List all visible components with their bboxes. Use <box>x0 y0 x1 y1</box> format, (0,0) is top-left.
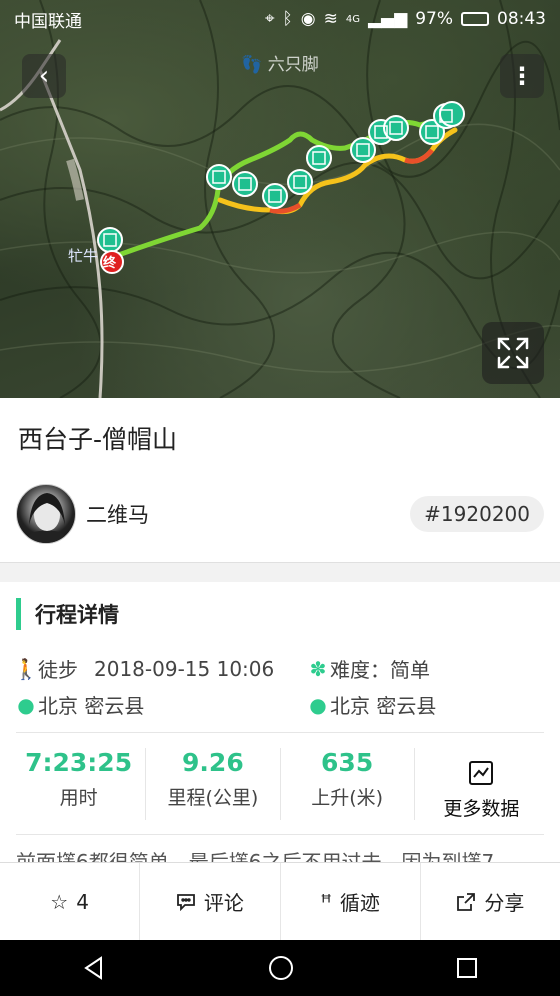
eye-icon: ◉ <box>300 9 316 29</box>
section-divider <box>0 562 560 582</box>
puzzle-icon: ✽ <box>309 656 327 681</box>
trip-title: 西台子-僧帽山 <box>18 425 178 454</box>
network-type: 4G <box>345 13 360 25</box>
more-data-label: 更多数据 <box>443 798 520 820</box>
end-location-info: ● 北京 密云县 <box>308 690 436 719</box>
follow-track-button[interactable]: ꟸ 循迹 <box>281 863 421 940</box>
favorite-button[interactable]: ☆ 4 <box>0 863 141 940</box>
stat-value: 635 <box>321 748 374 777</box>
stat-duration: 7:23:25 用时 <box>12 748 147 820</box>
divider-line <box>16 732 544 733</box>
author-name[interactable]: 二维马 <box>86 499 410 529</box>
brand-name: 六只脚 <box>267 55 319 75</box>
recents-nav-icon[interactable] <box>455 956 479 980</box>
start-pin-icon: ● <box>17 692 35 717</box>
footprint-icon: 👣 <box>241 55 263 75</box>
stat-value: 9.26 <box>182 748 244 777</box>
clock: 08:43 <box>497 9 546 29</box>
start-location: 北京 密云县 <box>38 694 145 718</box>
battery-icon <box>461 12 489 26</box>
comment-button[interactable]: 评论 <box>140 863 281 940</box>
description-preview[interactable]: 前面㩐6都很简单，最后㩐6之后不用过去，因为到㩐7 <box>16 846 544 862</box>
section-title: 行程详情 <box>35 603 119 627</box>
trip-id-badge: #1920200 <box>410 496 544 532</box>
more-options-button[interactable]: ⋮ <box>500 54 544 98</box>
end-pin-icon: ● <box>309 692 327 717</box>
section-accent-bar <box>16 598 21 630</box>
more-data-button[interactable]: 更多数据 <box>415 748 548 820</box>
start-location-info: ● 北京 密云县 <box>16 690 144 719</box>
expand-icon <box>497 337 529 369</box>
share-label: 分享 <box>484 891 525 915</box>
stat-elevation-gain: 635 上升(米) <box>281 748 415 820</box>
difficulty-text: 难度：简单 <box>330 658 430 682</box>
stat-label: 用时 <box>59 787 98 809</box>
home-nav-icon[interactable] <box>268 955 294 981</box>
stat-distance: 9.26 里程(公里) <box>146 748 281 820</box>
status-bar: 中国联通 ⌖ ᛒ ◉ ≋ 4G ▂▄▆ 97% 08:43 <box>0 0 560 38</box>
track-icon: ꟸ <box>320 889 332 914</box>
route-map[interactable]: 终 牤牛 中国联通 ⌖ ᛒ ◉ ≋ 4G ▂▄▆ 97% 08:43 ‹ 👣 六… <box>0 0 560 398</box>
back-nav-icon[interactable] <box>81 955 107 981</box>
avatar[interactable] <box>16 484 76 544</box>
star-icon: ☆ <box>50 889 69 914</box>
comment-icon <box>176 893 195 911</box>
divider-line <box>16 834 544 835</box>
wifi-icon: ≋ <box>323 9 338 29</box>
location-icon: ⌖ <box>264 9 275 29</box>
comment-label: 评论 <box>203 891 244 915</box>
signal-icon: ▂▄▆ <box>367 9 408 29</box>
share-button[interactable]: 分享 <box>421 863 560 940</box>
follow-track-label: 循迹 <box>339 891 380 915</box>
bluetooth-icon: ᛒ <box>282 9 293 29</box>
system-nav-bar <box>0 940 560 996</box>
app-brand: 👣 六只脚 <box>0 50 560 75</box>
trip-details-header: 行程详情 <box>16 598 119 630</box>
fullscreen-button[interactable] <box>482 322 544 384</box>
hiker-icon: 🚶 <box>13 656 39 681</box>
activity-info: 🚶 徒步 2018-09-15 10:06 <box>13 654 275 683</box>
stats-row: 7:23:25 用时 9.26 里程(公里) 635 上升(米) 更多数据 <box>12 748 548 820</box>
stat-value: 7:23:25 <box>25 748 133 777</box>
favorites-count: 4 <box>76 889 89 914</box>
map-place-label: 牤牛 <box>68 247 99 265</box>
description-text: 前面㩐6都很简单，最后㩐6之后不用过去，因为到㩐7 <box>16 850 495 862</box>
difficulty-info: ✽ 难度：简单 <box>308 654 430 683</box>
end-marker-label: 终 <box>103 256 117 271</box>
stat-label: 里程(公里) <box>167 787 259 809</box>
share-icon <box>457 892 476 911</box>
end-location: 北京 密云县 <box>330 694 437 718</box>
activity-type: 徒步 <box>38 658 78 682</box>
more-vertical-icon: ⋮ <box>510 62 534 90</box>
carrier-name: 中国联通 <box>14 11 82 32</box>
chart-icon <box>415 760 548 790</box>
trip-datetime: 2018-09-15 10:06 <box>94 656 275 681</box>
action-bar: ☆ 4 评论 ꟸ 循迹 分享 <box>0 862 560 940</box>
author-row[interactable]: 二维马 #1920200 <box>16 484 544 544</box>
stat-label: 上升(米) <box>311 787 384 809</box>
battery-percent: 97% <box>415 9 453 29</box>
